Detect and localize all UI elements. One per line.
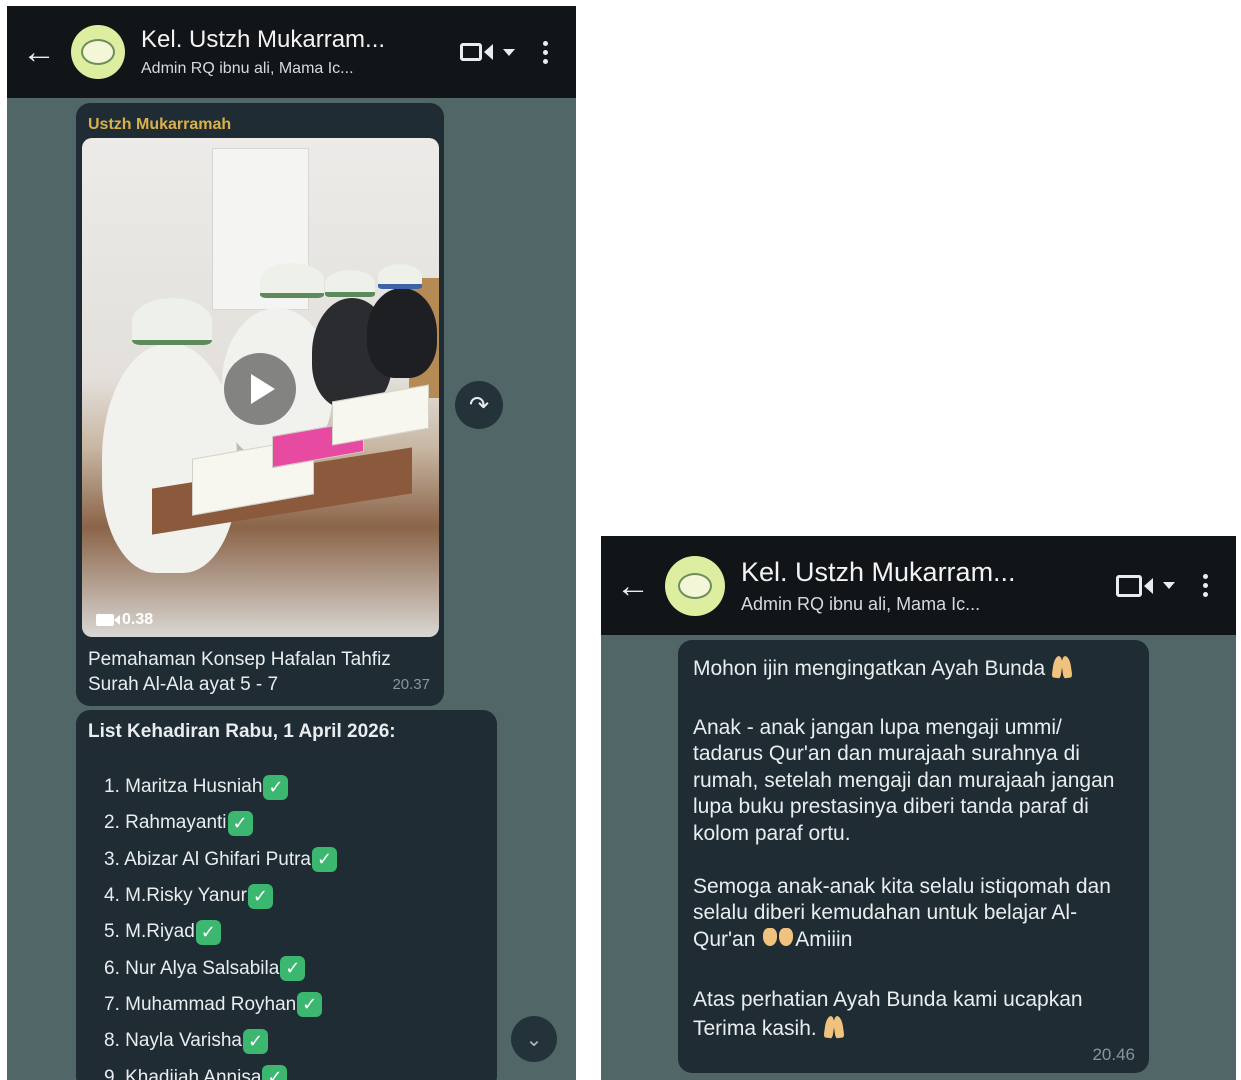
check-mark-icon: ✓ (195, 919, 221, 945)
video-caption: Pemahaman Konsep Hafalan Tahfiz Surah Al… (82, 637, 438, 697)
caption-line-2: Surah Al-Ala ayat 5 - 7 (88, 674, 279, 695)
video-call-button[interactable] (460, 43, 515, 61)
message-time: 20.46 (1092, 1045, 1135, 1064)
chat-header: ← Kel. Ustzh Mukarram... Admin RQ ibnu a… (7, 6, 576, 98)
attendee-name: 2. Rahmayanti (104, 812, 227, 834)
attendance-list: 1. Maritza Husniah ✓ 2. Rahmayanti ✓ 3. Abiz… (88, 769, 485, 1080)
video-duration: 0.38 (96, 611, 153, 629)
attendee-name: 5. M.Riyad (104, 921, 195, 943)
caption-line-1: Pemahaman Konsep Hafalan Tahfiz (88, 649, 391, 670)
chat-title-block[interactable]: Kel. Ustzh Mukarram... Admin RQ ibnu ali… (741, 557, 1116, 615)
reminder-paragraph-4: Atas perhatian Ayah Bunda kami ucapkan T… (693, 987, 1134, 1042)
check-mark-icon: ✓ (262, 1065, 288, 1080)
sender-name[interactable]: Ustzh Mukarramah (82, 109, 438, 138)
attendance-item: 2. Rahmayanti ✓ (104, 805, 485, 841)
group-logo-icon (81, 39, 115, 65)
forward-icon: ↷ (468, 391, 490, 419)
check-mark-icon: ✓ (247, 883, 273, 909)
chat-title: Kel. Ustzh Mukarram... (141, 26, 386, 53)
chat-title-block[interactable]: Kel. Ustzh Mukarram... Admin RQ ibnu ali… (141, 26, 460, 78)
reminder-greeting: Mohon ijin mengingatkan Ayah Bunda (693, 657, 1046, 680)
play-button[interactable] (224, 353, 296, 425)
reminder-paragraph-1: Mohon ijin mengingatkan Ayah Bunda (693, 654, 1134, 683)
open-hands-icon (763, 927, 794, 948)
duration-text: 0.38 (122, 611, 154, 628)
check-mark-icon: ✓ (243, 1028, 268, 1054)
play-icon (251, 374, 275, 404)
scroll-to-bottom-button[interactable]: ⌄ (511, 1016, 557, 1062)
dropdown-caret-icon (503, 48, 515, 56)
video-thumbnail[interactable]: 0.38 (82, 138, 439, 637)
attendee-name: 1. Maritza Husniah (104, 776, 263, 798)
attendee-name: 8. Nayla Varisha (104, 1030, 242, 1052)
reminder-paragraph-3: Semoga anak-anak kita selalu istiqomah d… (693, 874, 1134, 954)
chat-screen-right: ← Kel. Ustzh Mukarram... Admin RQ ibnu a… (601, 536, 1236, 1080)
more-options-icon[interactable] (543, 40, 548, 64)
chat-participants: Admin RQ ibnu ali, Mama Ic... (741, 593, 981, 614)
check-mark-icon: ✓ (297, 992, 323, 1018)
chat-title: Kel. Ustzh Mukarram... (741, 556, 1016, 587)
attendance-item: 1. Maritza Husniah ✓ (104, 769, 485, 805)
attendance-item: 6. Nur Alya Salsabila ✓ (104, 950, 485, 986)
attendance-message-bubble[interactable]: List Kehadiran Rabu, 1 April 2026: 1. Ma… (76, 710, 497, 1080)
attendance-item: 4. M.Risky Yanur ✓ (104, 878, 485, 914)
reminder-amen: Amiiin (795, 927, 853, 951)
attendance-item: 7. Muhammad Royhan ✓ (104, 987, 485, 1023)
group-logo-icon (678, 572, 712, 599)
chat-header: ← Kel. Ustzh Mukarram... Admin RQ ibnu a… (601, 536, 1236, 635)
video-camera-icon (460, 43, 482, 61)
forward-button[interactable]: ↷ (455, 381, 503, 429)
video-call-button[interactable] (1116, 574, 1175, 597)
attendance-title: List Kehadiran Rabu, 1 April 2026: (88, 721, 396, 742)
message-time: 20.37 (392, 676, 430, 693)
attendance-item: 9. Khadijah Annisa ✓ (104, 1059, 485, 1080)
more-options-icon[interactable] (1203, 574, 1208, 597)
reminder-message-bubble[interactable]: Mohon ijin mengingatkan Ayah Bunda Anak … (678, 640, 1149, 1073)
attendance-item: 5. M.Riyad ✓ (104, 914, 485, 950)
back-arrow-icon[interactable]: ← (601, 569, 665, 603)
attendance-item: 3. Abizar Al Ghifari Putra ✓ (104, 842, 485, 878)
check-mark-icon: ✓ (263, 774, 289, 800)
praying-hands-icon (823, 1014, 845, 1038)
group-avatar[interactable] (71, 25, 125, 79)
attendee-name: 6. Nur Alya Salsabila (104, 957, 280, 979)
reminder-prayer: Semoga anak-anak kita selalu istiqomah d… (693, 874, 1111, 951)
group-avatar[interactable] (665, 555, 725, 616)
check-mark-icon: ✓ (280, 956, 306, 982)
video-icon (96, 614, 120, 626)
check-mark-icon: ✓ (312, 847, 337, 873)
back-arrow-icon[interactable]: ← (7, 35, 71, 69)
attendee-name: 9. Khadijah Annisa (104, 1066, 262, 1080)
video-camera-icon (1116, 574, 1142, 597)
reminder-thanks: Atas perhatian Ayah Bunda kami ucapkan T… (693, 988, 1083, 1040)
check-mark-icon: ✓ (227, 810, 253, 836)
double-chevron-down-icon: ⌄ (525, 1028, 543, 1051)
chat-screen-left: ← Kel. Ustzh Mukarram... Admin RQ ibnu a… (7, 6, 576, 1080)
attendee-name: 4. M.Risky Yanur (104, 885, 247, 907)
video-message-bubble[interactable]: Ustzh Mukarramah 0.38 Pemahaman Konsep H… (76, 103, 444, 706)
attendee-name: 3. Abizar Al Ghifari Putra (104, 848, 311, 870)
attendance-item: 8. Nayla Varisha ✓ (104, 1023, 485, 1059)
chat-participants: Admin RQ ibnu ali, Mama Ic... (141, 60, 354, 77)
dropdown-caret-icon (1163, 582, 1175, 589)
praying-hands-icon (1051, 654, 1073, 678)
attendee-name: 7. Muhammad Royhan (104, 993, 297, 1015)
reminder-paragraph-2: Anak - anak jangan lupa mengaji ummi/ ta… (693, 715, 1115, 845)
